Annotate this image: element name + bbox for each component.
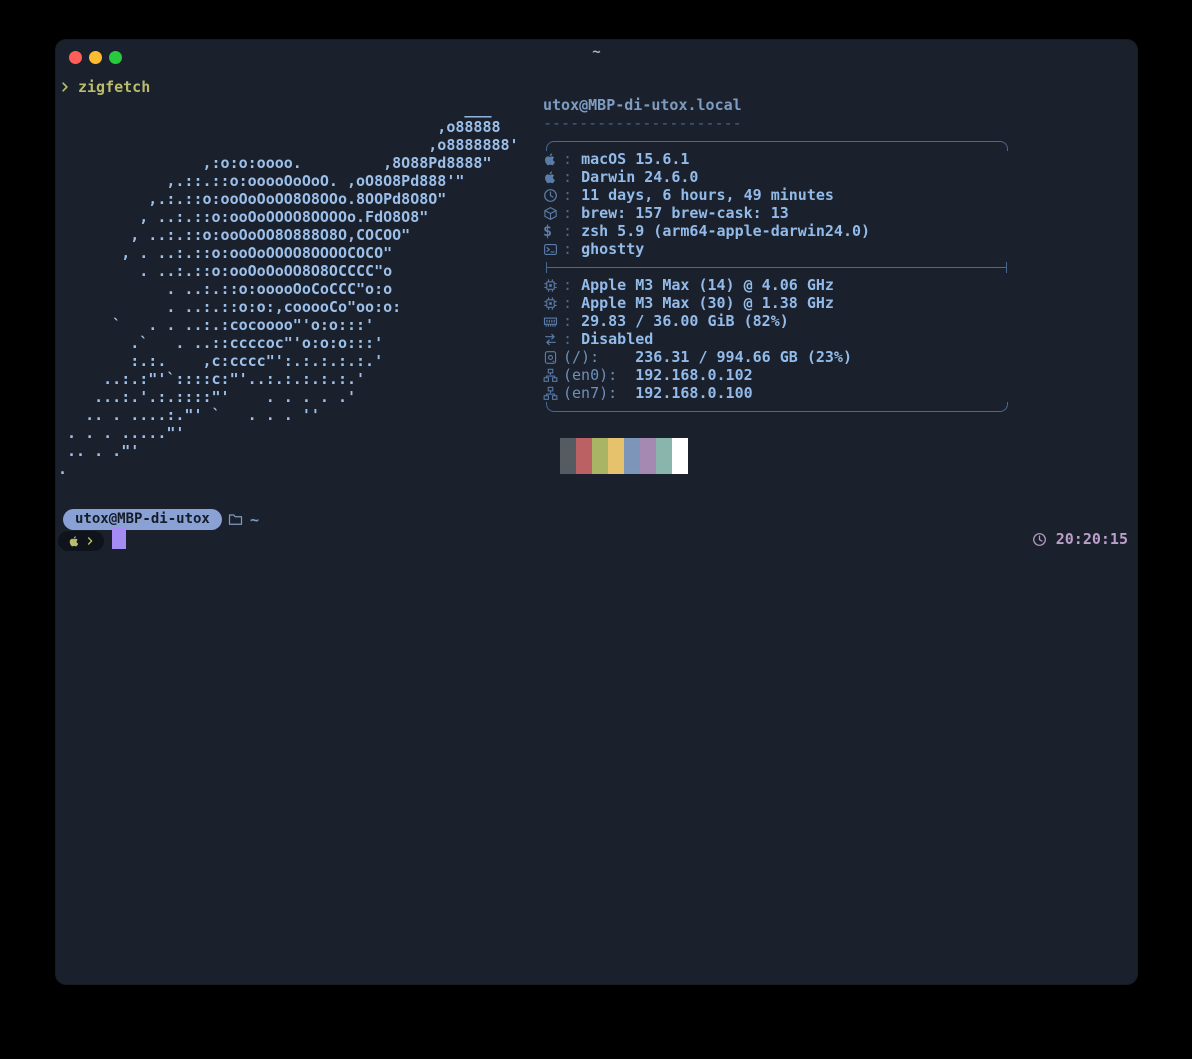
clock-widget: 20:20:15	[1032, 529, 1128, 549]
command-text: zigfetch	[78, 78, 150, 96]
os-value: macOS 15.6.1	[581, 150, 689, 168]
clock-icon	[1032, 532, 1047, 547]
memory-icon	[543, 312, 563, 330]
info-row-net-en7: (en7): 192.168.0.100	[543, 384, 1015, 402]
apple-icon	[543, 168, 563, 186]
terminal-value: ghostty	[581, 240, 644, 258]
palette-swatch	[560, 438, 576, 474]
package-icon	[543, 204, 563, 222]
memory-value: 29.83 / 36.00 GiB (82%)	[581, 312, 789, 330]
palette-swatch	[624, 438, 640, 474]
command-prompt-line: zigfetch	[60, 78, 150, 96]
dollar-icon: $	[543, 222, 563, 240]
info-box-divider-tick-left	[546, 262, 547, 273]
cpu-icon	[543, 276, 563, 294]
info-row-uptime: : 11 days, 6 hours, 49 minutes	[543, 186, 1015, 204]
network-icon	[543, 384, 563, 402]
shell-value: zsh 5.9 (arm64-apple-darwin24.0)	[581, 222, 870, 240]
prompt-chevron-icon	[86, 535, 95, 547]
palette-swatch	[656, 438, 672, 474]
terminal-icon	[543, 240, 563, 258]
net-en0-value: 192.168.0.102	[635, 366, 752, 384]
info-row-net-en0: (en0): 192.168.0.102	[543, 366, 1015, 384]
palette-swatch	[592, 438, 608, 474]
network-icon	[543, 366, 563, 384]
clock-icon	[543, 186, 563, 204]
info-box-border-top	[546, 141, 1008, 151]
info-row-kernel: : Darwin 24.6.0	[543, 168, 1015, 186]
apple-icon	[68, 535, 80, 548]
info-row-memory: : 29.83 / 36.00 GiB (82%)	[543, 312, 1015, 330]
path-text: ~	[250, 511, 259, 529]
info-box-border-bottom	[546, 402, 1008, 412]
current-directory: ~	[228, 509, 259, 530]
terminal-screen[interactable]: zigfetch ___ ,o88888 ,o8888888' ,:o:o:oo…	[56, 40, 1137, 984]
net-en7-value: 192.168.0.100	[635, 384, 752, 402]
system-info-panel: utox@MBP-di-utox.local -----------------…	[543, 96, 1015, 402]
desktop: { "window": { "title": "~" }, "terminal"…	[0, 0, 1192, 1059]
info-row-packages: : brew: 157 brew-cask: 13	[543, 204, 1015, 222]
info-row-terminal: : ghostty	[543, 240, 1015, 258]
info-box-divider	[546, 267, 1007, 268]
host-underline: ----------------------	[543, 114, 1015, 132]
text-cursor[interactable]	[112, 528, 126, 549]
info-row-os: : macOS 15.6.1	[543, 150, 1015, 168]
palette-swatch	[608, 438, 624, 474]
swap-icon	[543, 330, 563, 348]
info-row-disk: (/): 236.31 / 994.66 GB (23%)	[543, 348, 1015, 366]
uptime-value: 11 days, 6 hours, 49 minutes	[581, 186, 834, 204]
prompt-pill	[58, 531, 104, 551]
cpu-p-value: Apple M3 Max (14) @ 4.06 GHz	[581, 276, 834, 294]
packages-value: brew: 157 brew-cask: 13	[581, 204, 789, 222]
disk-icon	[543, 348, 563, 366]
palette-swatch	[672, 438, 688, 474]
apple-icon	[543, 150, 563, 168]
terminal-window: ~ zigfetch ___ ,o88888 ,o8888888'	[56, 40, 1137, 984]
ascii-art: ___ ,o88888 ,o8888888' ,:o:o:oooo. ,8O88…	[58, 100, 519, 478]
time-text: 20:20:15	[1056, 530, 1128, 548]
info-row-swap: : Disabled	[543, 330, 1015, 348]
info-row-cpu-g: : Apple M3 Max (30) @ 1.38 GHz	[543, 294, 1015, 312]
info-row-shell: $ : zsh 5.9 (arm64-apple-darwin24.0)	[543, 222, 1015, 240]
folder-icon	[228, 512, 243, 527]
palette-swatch	[640, 438, 656, 474]
cpu-icon	[543, 294, 563, 312]
palette-swatch	[576, 438, 592, 474]
info-box-divider-tick-right	[1006, 262, 1007, 273]
info-row-cpu-p: : Apple M3 Max (14) @ 4.06 GHz	[543, 276, 1015, 294]
color-palette	[560, 438, 688, 474]
host-title: utox@MBP-di-utox.local	[543, 96, 1015, 114]
prompt-chevron-icon	[60, 80, 71, 94]
swap-value: Disabled	[581, 330, 653, 348]
cpu-g-value: Apple M3 Max (30) @ 1.38 GHz	[581, 294, 834, 312]
disk-value: 236.31 / 994.66 GB (23%)	[635, 348, 852, 366]
kernel-value: Darwin 24.6.0	[581, 168, 698, 186]
user-host-badge: utox@MBP-di-utox	[63, 509, 222, 530]
